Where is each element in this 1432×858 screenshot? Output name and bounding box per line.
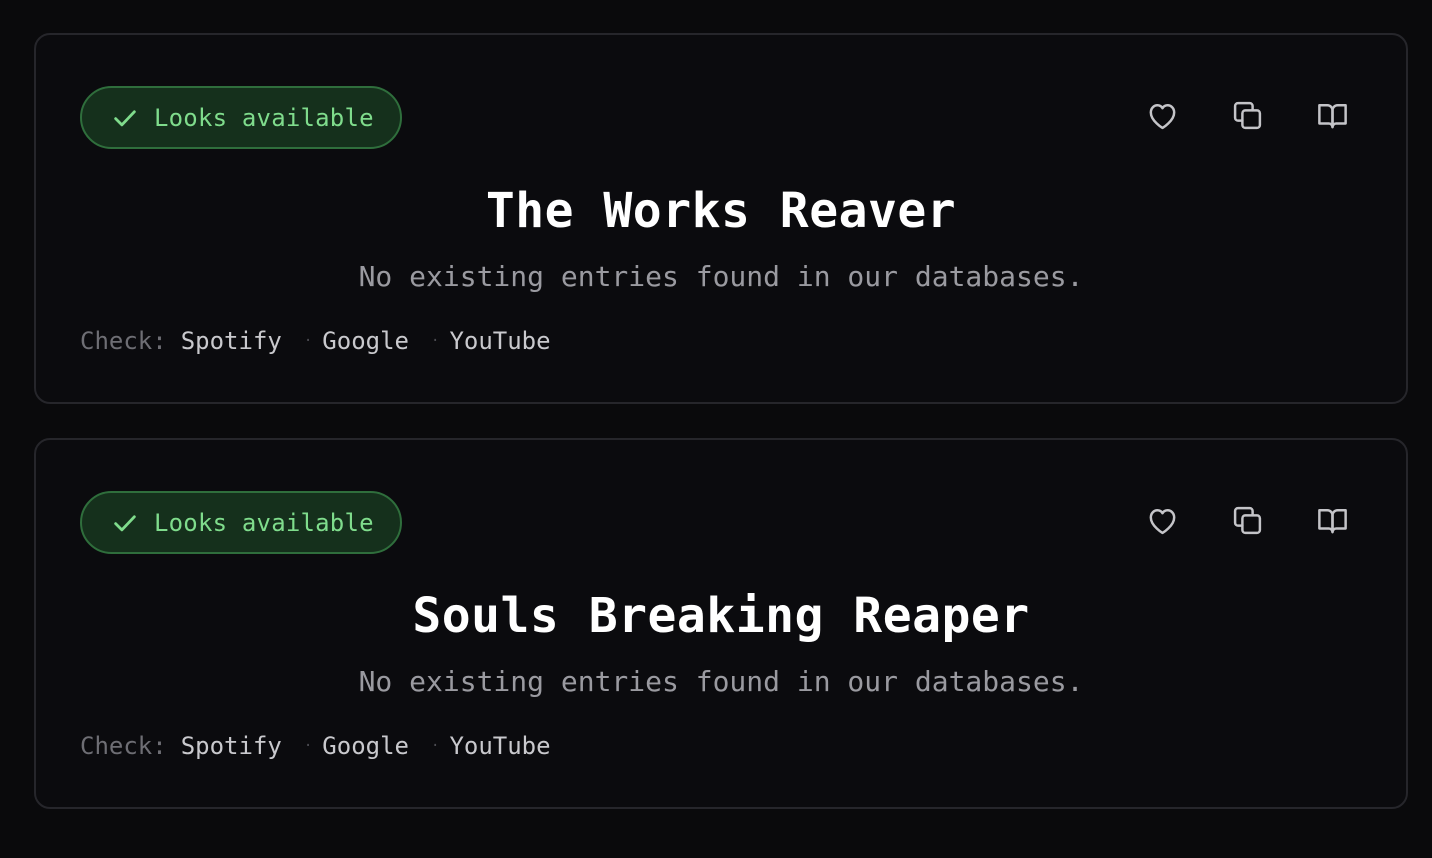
result-message: No existing entries found in our databas… xyxy=(358,260,1084,293)
separator: · xyxy=(303,738,313,754)
separator: · xyxy=(431,333,440,349)
badge-label: Looks available xyxy=(154,508,374,537)
check-link-youtube[interactable]: YouTube xyxy=(449,732,550,760)
copy-icon xyxy=(1230,98,1265,133)
check-label: Check: xyxy=(80,732,167,760)
book-icon xyxy=(1315,503,1350,538)
favorite-button[interactable] xyxy=(1145,503,1180,538)
result-message: No existing entries found in our databas… xyxy=(358,665,1084,698)
dictionary-button[interactable] xyxy=(1315,98,1350,133)
check-icon xyxy=(110,103,140,133)
check-link-youtube[interactable]: YouTube xyxy=(449,327,550,355)
check-links: Check: Spotify · Google · YouTube xyxy=(80,327,551,355)
check-link-spotify[interactable]: Spotify xyxy=(181,732,282,760)
separator: · xyxy=(303,333,313,349)
result-card: Looks available Souls Breaking Reaper No… xyxy=(34,438,1408,809)
heart-icon xyxy=(1145,503,1180,538)
check-link-spotify[interactable]: Spotify xyxy=(181,327,282,355)
card-actions xyxy=(1145,503,1350,538)
check-icon xyxy=(110,508,140,538)
copy-icon xyxy=(1230,503,1265,538)
copy-button[interactable] xyxy=(1230,503,1265,538)
results-list: Looks available The Works Reaver No exis… xyxy=(34,33,1408,843)
check-link-google[interactable]: Google xyxy=(322,327,409,355)
favorite-button[interactable] xyxy=(1145,98,1180,133)
copy-button[interactable] xyxy=(1230,98,1265,133)
check-label: Check: xyxy=(80,327,167,355)
result-name: Souls Breaking Reaper xyxy=(412,588,1030,644)
book-icon xyxy=(1315,98,1350,133)
availability-badge: Looks available xyxy=(80,86,402,149)
dictionary-button[interactable] xyxy=(1315,503,1350,538)
availability-badge: Looks available xyxy=(80,491,402,554)
heart-icon xyxy=(1145,98,1180,133)
separator: · xyxy=(431,738,440,754)
check-links: Check: Spotify · Google · YouTube xyxy=(80,732,551,760)
check-link-google[interactable]: Google xyxy=(322,732,409,760)
result-card: Looks available The Works Reaver No exis… xyxy=(34,33,1408,404)
result-name: The Works Reaver xyxy=(485,183,957,239)
card-actions xyxy=(1145,98,1350,133)
badge-label: Looks available xyxy=(154,103,374,132)
